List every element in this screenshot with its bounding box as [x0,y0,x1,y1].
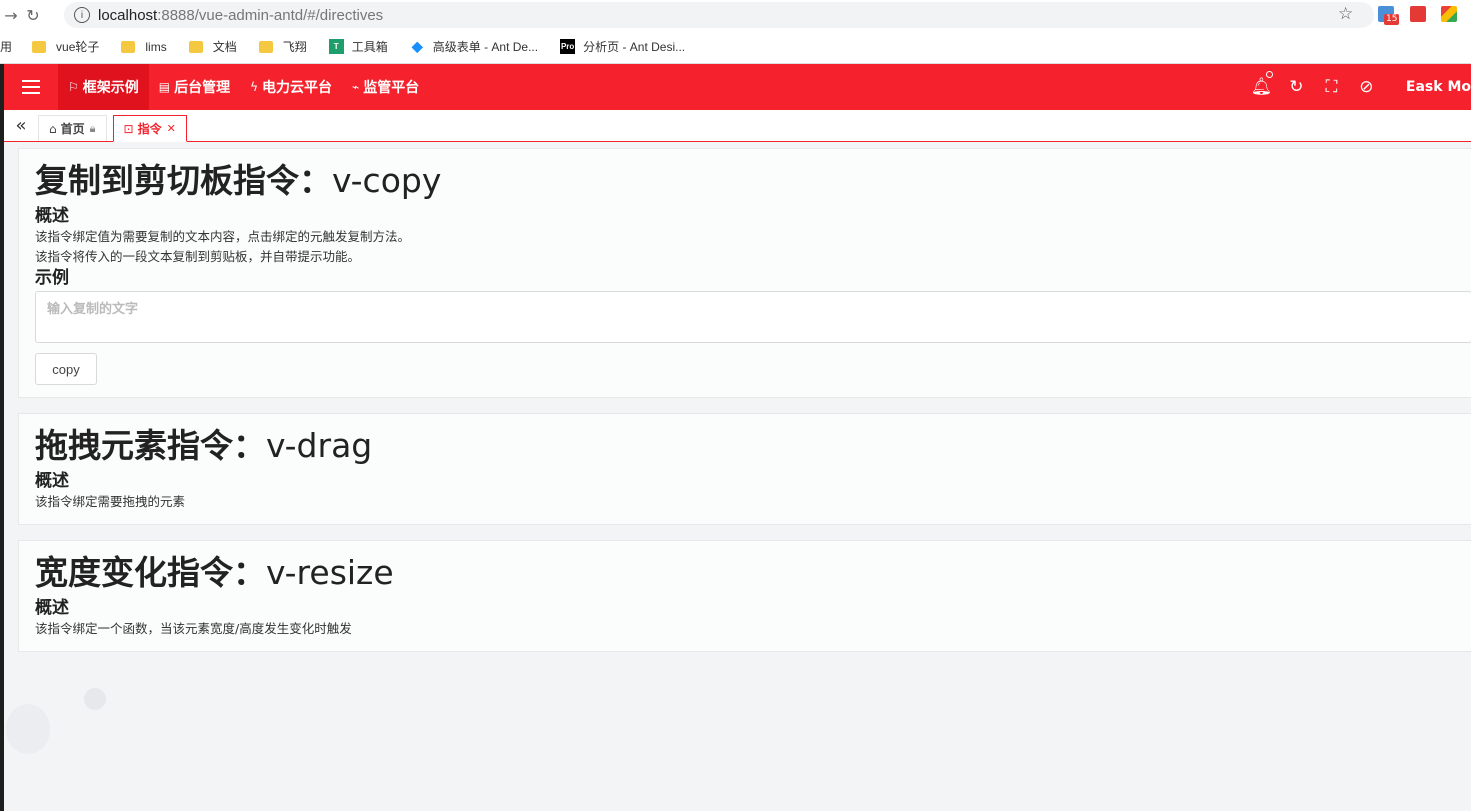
browser-address-bar: → ↻ i localhost:8888/vue-admin-antd/#/di… [0,0,1471,30]
thunder-icon: ϟ [250,80,259,94]
close-icon[interactable]: ✕ [167,122,176,135]
bell-icon[interactable]: 🔔︎ [1244,71,1279,97]
drag-desc: 该指令绑定需要拖拽的元素 [35,494,186,509]
lock-icon: 🔒︎ [89,121,96,135]
folder-icon [188,40,203,53]
tab-home[interactable]: ⌂ 首页 🔒︎ [38,115,107,141]
code-icon: ⊡ [123,121,134,136]
pro-icon: Pro [560,39,576,54]
copy-title: 复制到剪切板指令：v-copy [35,161,442,200]
collapse-tabs-button[interactable]: « [4,109,38,141]
overview-heading: 概述 [35,598,69,618]
hamburger-icon [22,78,40,96]
drag-directive-card: 拖拽元素指令：v-drag 概述 该指令绑定需要拖拽的元素 [18,413,1471,525]
resize-directive-card: 宽度变化指令：v-resize 概述 该指令绑定一个函数，当该元素宽度/高度发生… [18,540,1471,652]
url-path: :8888/vue-admin-antd/#/directives [157,6,384,24]
bookmark-item[interactable]: 飞翔 [258,38,307,55]
top-header: ⚐ 框架示例 ▤ 后台管理 ϟ 电力云平台 ⌁ 监管平台 🔔︎ ↻ ⛶ ⊘ Ea… [4,64,1471,110]
chrome-extension-icon[interactable] [1441,6,1457,22]
tab-bar: « ⌂ 首页 🔒︎ ⊡ 指令 ✕ [4,110,1471,142]
background-decoration [6,704,50,754]
refresh-icon[interactable]: ↻ [1279,77,1314,97]
sider-edge [0,64,4,811]
info-icon[interactable]: i [74,7,90,23]
page-content: 复制到剪切板指令：v-copy 概述 该指令绑定值为需要复制的文本内容，点击绑定… [18,148,1471,667]
reload-icon[interactable]: ↻ [22,6,44,25]
fullscreen-icon[interactable]: ⛶ [1314,77,1349,97]
bookmark-item[interactable]: vue轮子 [32,38,99,55]
folder-icon [258,40,273,53]
book-icon: ▤ [158,80,171,94]
folder-icon [32,40,47,53]
copy-button[interactable]: copy [35,353,97,385]
menu-item-power-cloud[interactable]: ϟ 电力云平台 [240,64,342,110]
copy-input-placeholder: 输入复制的文字 [47,302,139,317]
tab-directives[interactable]: ⊡ 指令 ✕ [112,115,187,142]
url-field[interactable]: i localhost:8888/vue-admin-antd/#/direct… [64,2,1374,28]
copy-text-input[interactable]: 输入复制的文字 [35,291,1471,343]
flag-icon: ⚐ [68,80,79,94]
teal-square-icon: T [328,39,344,54]
notification-dot [1265,71,1273,78]
example-heading: 示例 [35,268,69,288]
home-icon: ⌂ [49,121,57,136]
bookmark-item[interactable]: T 工具箱 [328,38,388,55]
resize-desc: 该指令绑定一个函数，当该元素宽度/高度发生变化时触发 [35,621,352,636]
copy-desc-2: 该指令将传入的一段文本复制到剪贴板，并自带提示功能。 [35,249,361,264]
overview-heading: 概述 [35,206,69,226]
copy-desc-1: 该指令绑定值为需要复制的文本内容，点击绑定的元触发复制方法。 [35,229,411,244]
line-chart-icon: ⌁ [352,80,360,94]
bookmark-item[interactable]: lims [121,40,167,54]
user-name[interactable]: Eask Mo [1406,79,1471,95]
folder-icon [121,40,136,53]
drag-title: 拖拽元素指令：v-drag [35,426,373,465]
bookmarks-bar: 用 vue轮子 lims 文档 飞翔 T 工具箱 ◆ 高级表单 - Ant De..… [0,30,1471,64]
url-host: localhost [98,6,158,24]
bookmark-item[interactable]: 文档 [188,38,237,55]
forward-icon[interactable]: → [0,6,22,25]
bookmark-star-icon[interactable]: ☆ [1338,4,1353,24]
extension-badge: 15 [1384,14,1400,25]
bookmark-item[interactable]: ◆ 高级表单 - Ant De... [410,38,538,55]
app-root: ⚐ 框架示例 ▤ 后台管理 ϟ 电力云平台 ⌁ 监管平台 🔔︎ ↻ ⛶ ⊘ Ea… [0,64,1471,811]
menu-item-admin[interactable]: ▤ 后台管理 [149,64,240,110]
overview-heading: 概述 [35,471,69,491]
bookmark-apps[interactable]: 用 [0,38,12,55]
resize-title: 宽度变化指令：v-resize [35,553,394,592]
double-left-icon: « [15,114,27,136]
ant-design-icon: ◆ [411,38,423,54]
bookmark-item[interactable]: Pro 分析页 - Ant Desi... [560,38,685,55]
menu-toggle-button[interactable] [4,64,58,110]
skin-icon[interactable]: ⊘ [1349,77,1384,97]
header-actions: 🔔︎ ↻ ⛶ ⊘ Eask Mo [1244,64,1471,110]
copy-directive-card: 复制到剪切板指令：v-copy 概述 该指令绑定值为需要复制的文本内容，点击绑定… [18,148,1471,398]
menu-item-framework[interactable]: ⚐ 框架示例 [58,64,149,110]
fe-extension-icon[interactable] [1410,6,1426,22]
background-decoration [84,688,106,710]
menu-item-monitor[interactable]: ⌁ 监管平台 [342,64,429,110]
